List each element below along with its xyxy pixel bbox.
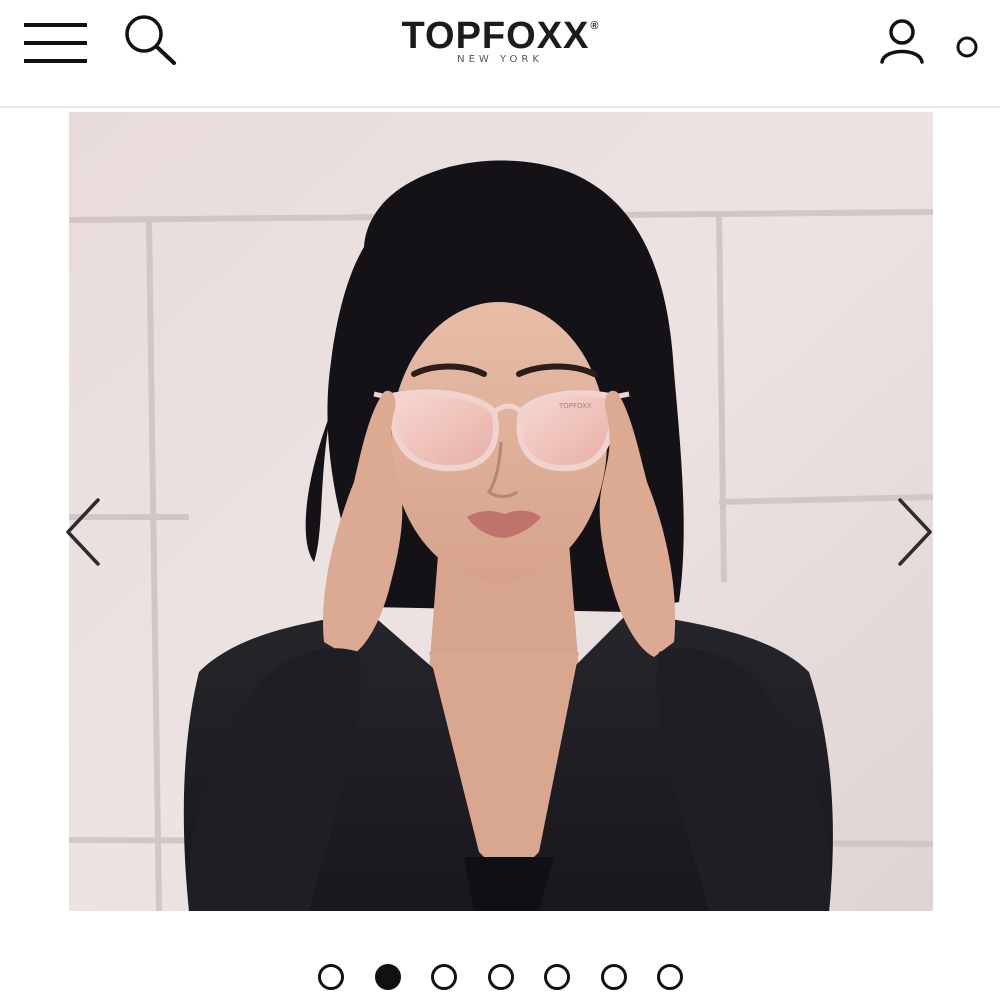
pagination-dot-6[interactable]	[600, 964, 627, 990]
product-image[interactable]: TOPFOXX	[69, 112, 933, 911]
search-button[interactable]	[120, 10, 182, 72]
pagination-dot-3[interactable]	[431, 964, 457, 990]
chevron-right-icon	[898, 498, 932, 566]
site-header: TOPFOXX® NEW YORK	[0, 0, 1000, 108]
chevron-left-icon	[66, 498, 100, 566]
hamburger-menu-icon	[24, 23, 87, 63]
account-button[interactable]	[874, 14, 930, 70]
cart-icon	[956, 36, 978, 58]
logo-wordmark: TOPFOXX	[401, 15, 590, 57]
cart-button[interactable]	[950, 30, 984, 64]
product-photo-illustration: TOPFOXX	[69, 112, 933, 911]
brand-logo[interactable]: TOPFOXX® NEW YORK	[360, 14, 640, 65]
search-icon	[125, 15, 176, 65]
pagination-dot-5[interactable]	[544, 964, 570, 990]
sunglasses-brand-mark: TOPFOXX	[558, 402, 592, 410]
account-icon	[880, 19, 924, 64]
menu-button[interactable]	[20, 20, 90, 68]
slide-pagination	[0, 962, 1000, 996]
previous-slide-button[interactable]	[60, 494, 104, 570]
pagination-dot-1[interactable]	[318, 964, 344, 990]
next-slide-button[interactable]	[894, 494, 938, 570]
pagination-dot-2[interactable]	[374, 964, 401, 990]
logo-registered-mark: ®	[590, 20, 599, 32]
pagination-dot-4[interactable]	[487, 964, 514, 990]
pagination-dot-7[interactable]	[657, 964, 683, 990]
